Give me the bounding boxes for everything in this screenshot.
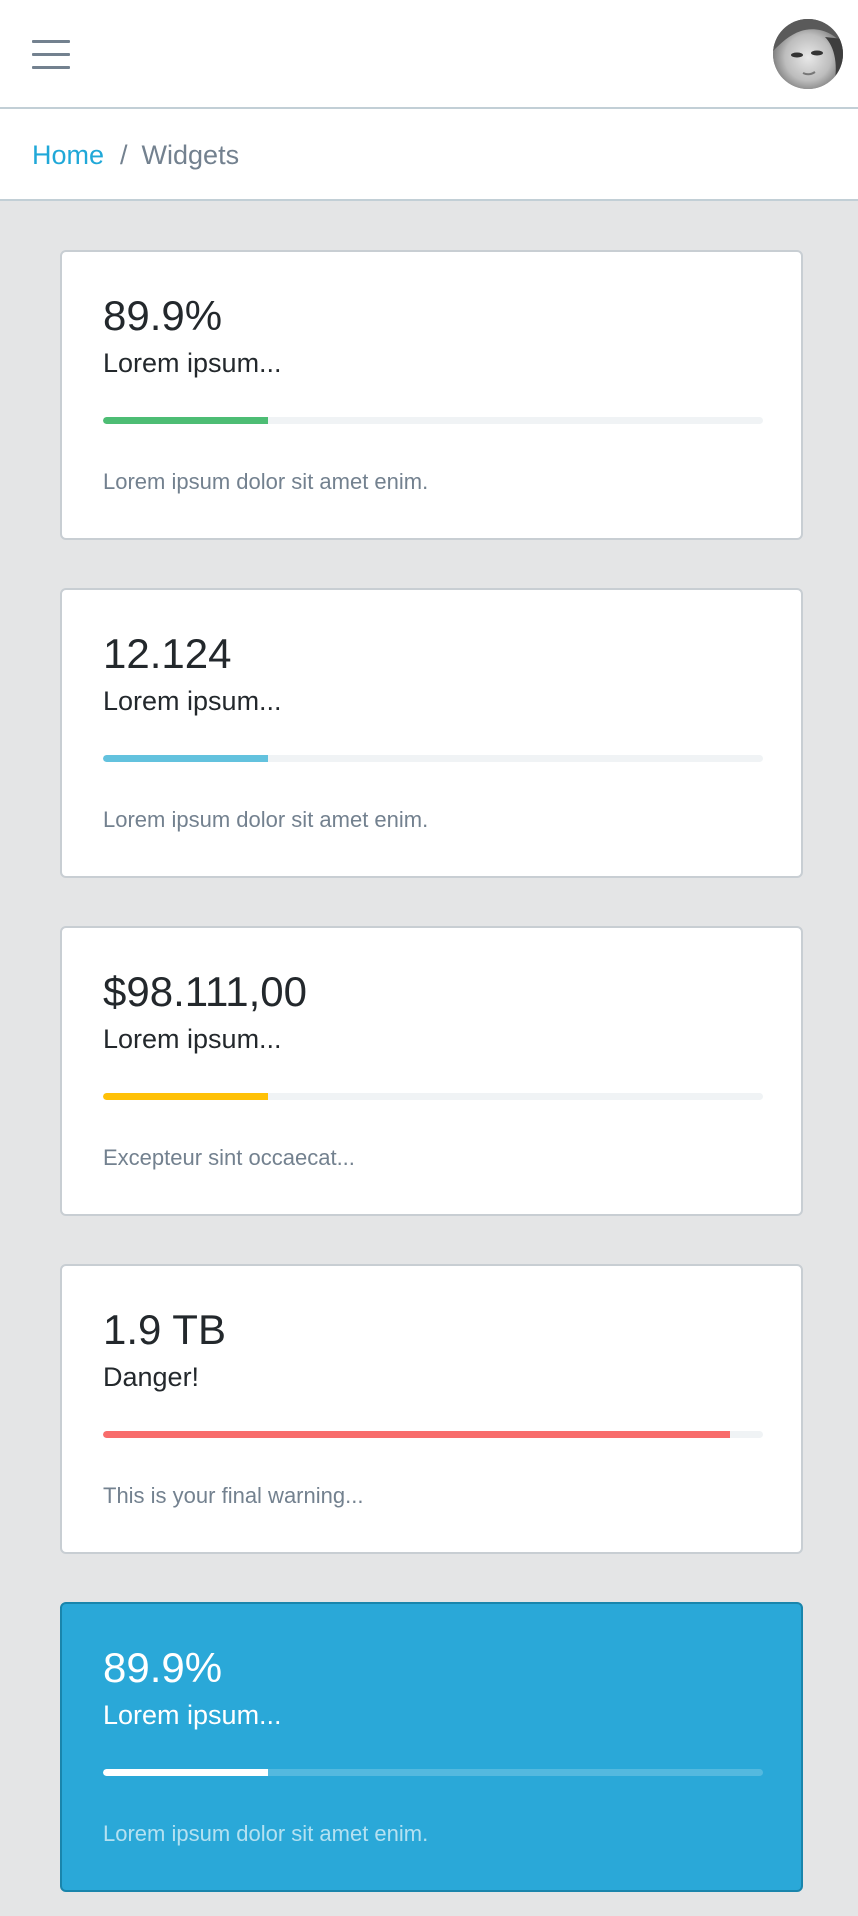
menu-line	[32, 66, 70, 69]
widget-progress-fill	[103, 1431, 730, 1438]
user-avatar[interactable]	[773, 19, 843, 89]
widget-card: 12.124 Lorem ipsum... Lorem ipsum dolor …	[60, 588, 803, 878]
breadcrumb-separator: /	[120, 140, 128, 170]
widget-card-primary: 89.9% Lorem ipsum... Lorem ipsum dolor s…	[60, 1602, 803, 1892]
widget-progress-bar	[103, 1093, 763, 1100]
menu-line	[32, 53, 70, 56]
hamburger-menu-icon[interactable]	[32, 38, 70, 70]
widget-card: $98.111,00 Lorem ipsum... Excepteur sint…	[60, 926, 803, 1216]
widget-note: Lorem ipsum dolor sit amet enim.	[103, 807, 429, 832]
widget-value: 89.9%	[103, 292, 223, 339]
widget-card: 1.9 TB Danger! This is your final warnin…	[60, 1264, 803, 1554]
widget-progress-fill	[103, 1093, 268, 1100]
widget-value: 1.9 TB	[103, 1306, 226, 1353]
breadcrumb-home-link[interactable]: Home	[32, 140, 104, 170]
widget-label: Lorem ipsum...	[103, 1700, 282, 1730]
breadcrumb-current: Widgets	[141, 140, 240, 170]
widget-label: Lorem ipsum...	[103, 348, 282, 378]
widget-note: Lorem ipsum dolor sit amet enim.	[103, 469, 429, 494]
widget-label: Lorem ipsum...	[103, 686, 282, 716]
widget-progress-bar	[103, 755, 763, 762]
widget-value: $98.111,00	[103, 968, 307, 1015]
widget-progress-fill	[103, 417, 268, 424]
avatar-image	[773, 19, 843, 89]
widget-progress-fill	[103, 1769, 268, 1776]
breadcrumb: Home / Widgets	[0, 109, 858, 201]
app-header	[0, 0, 858, 109]
widget-value: 89.9%	[103, 1644, 223, 1691]
menu-line	[32, 40, 70, 43]
widget-progress-fill	[103, 755, 268, 762]
widget-progress-bar	[103, 417, 763, 424]
widget-label: Danger!	[103, 1362, 200, 1392]
widget-value: 12.124	[103, 630, 232, 677]
widget-note: Excepteur sint occaecat...	[103, 1145, 355, 1170]
widget-note: This is your final warning...	[103, 1483, 364, 1508]
widget-progress-bar	[103, 1431, 763, 1438]
widget-label: Lorem ipsum...	[103, 1024, 282, 1054]
widget-note: Lorem ipsum dolor sit amet enim.	[103, 1821, 429, 1846]
widget-card: 89.9% Lorem ipsum... Lorem ipsum dolor s…	[60, 250, 803, 540]
widget-progress-bar	[103, 1769, 763, 1776]
